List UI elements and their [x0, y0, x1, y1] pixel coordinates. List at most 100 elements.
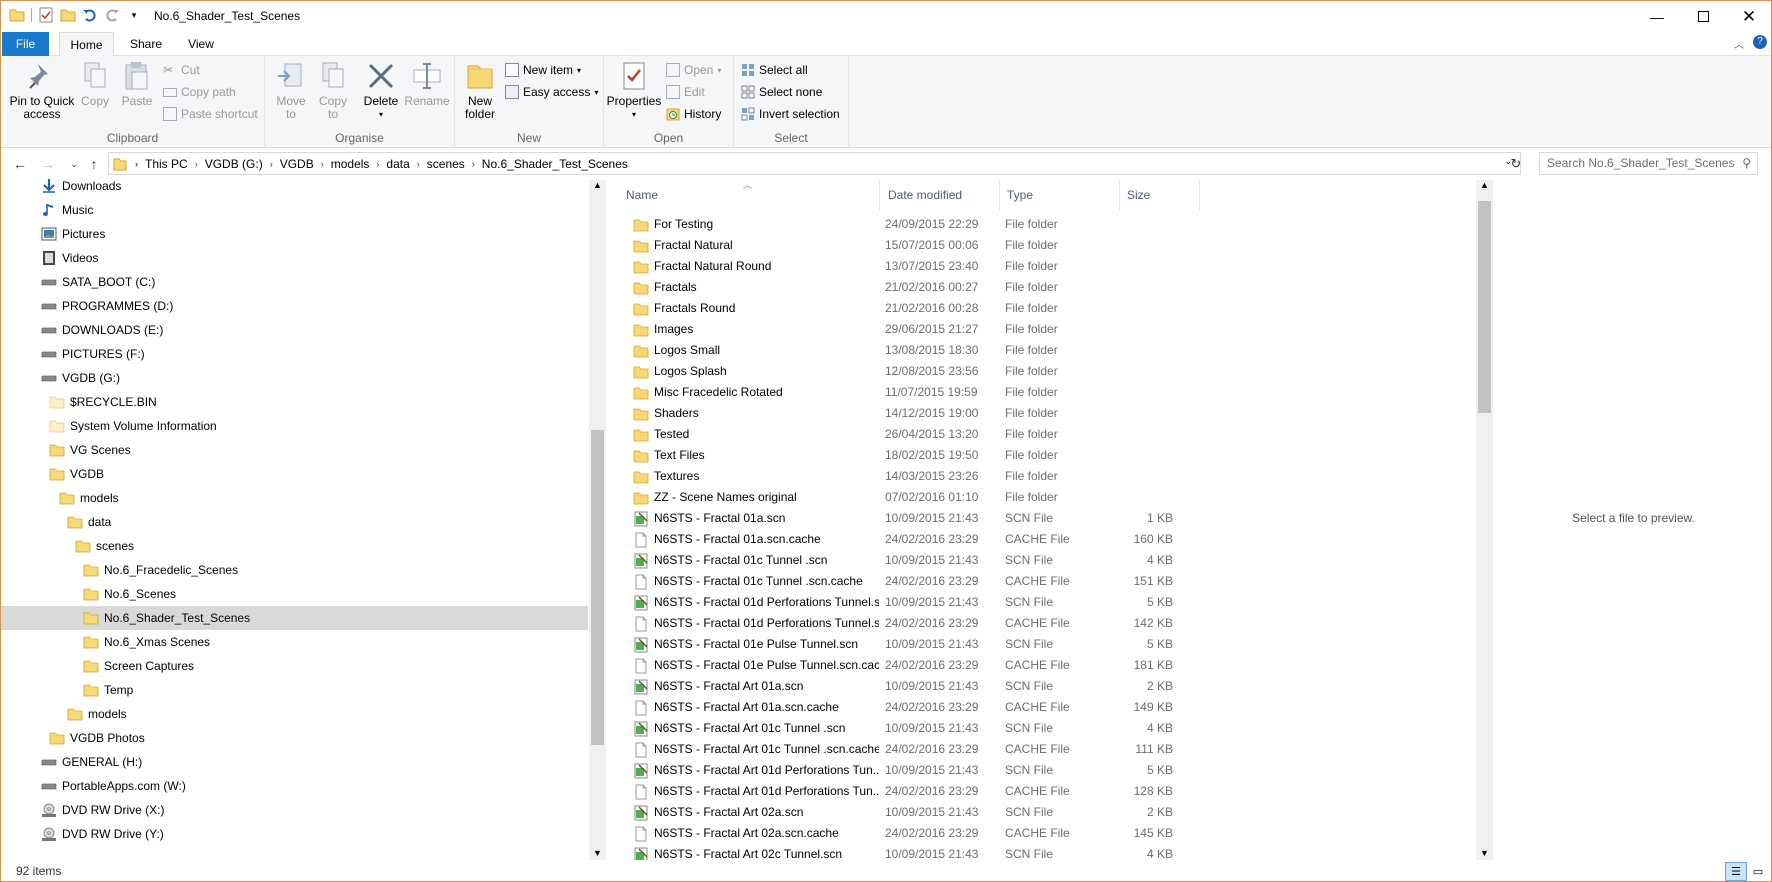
breadcrumb-item[interactable]: No.6_Shader_Test_Scenes — [482, 157, 628, 171]
nav-item[interactable]: $RECYCLE.BIN — [1, 390, 588, 414]
nav-item[interactable]: Music — [1, 198, 588, 222]
tab-file[interactable]: File — [2, 32, 49, 56]
cut-button[interactable]: ✂ Cut — [163, 63, 200, 77]
chevron-right-icon[interactable]: › — [270, 159, 273, 169]
file-row[interactable]: N6STS - Fractal Art 01a.scn.cache 24/02/2… — [621, 697, 1421, 718]
back-button[interactable]: ← — [11, 155, 29, 173]
nav-item[interactable]: scenes — [1, 534, 588, 558]
nav-item[interactable]: VGDB (G:) — [1, 366, 588, 390]
new-folder-button[interactable]: New folder — [461, 60, 499, 121]
chevron-right-icon[interactable]: › — [417, 159, 420, 169]
search-box[interactable]: Search No.6_Shader_Test_Scenes ⚲ — [1539, 152, 1758, 175]
customize-dropdown-icon[interactable]: ▾ — [126, 7, 142, 23]
file-row[interactable]: N6STS - Fractal 01e Pulse Tunnel.scn.cac… — [621, 655, 1421, 676]
chevron-right-icon[interactable]: › — [472, 159, 475, 169]
nav-pane-scroll-thumb[interactable] — [591, 430, 604, 745]
move-to-button[interactable]: Move to — [273, 60, 309, 121]
copy-path-button[interactable]: Copy path — [163, 85, 236, 99]
nav-item[interactable]: Downloads — [1, 174, 588, 198]
nav-item[interactable]: data — [1, 510, 588, 534]
column-header-name[interactable]: Name ︿ — [607, 180, 880, 210]
column-header-date[interactable]: Date modified — [880, 180, 1000, 210]
properties-check-icon[interactable] — [38, 7, 54, 23]
forward-button[interactable]: → — [39, 155, 57, 173]
file-row[interactable]: Fractal Natural Round 13/07/2015 23:40 Fil… — [621, 256, 1421, 277]
file-list-scroll-thumb[interactable] — [1478, 201, 1491, 413]
address-bar[interactable]: › This PC › VGDB (G:) › VGDB › models › data › sce… — [108, 152, 1521, 175]
nav-item[interactable]: System Volume Information — [1, 414, 588, 438]
undo-icon[interactable] — [82, 7, 98, 23]
copy-button[interactable]: Copy — [79, 60, 111, 108]
nav-item[interactable]: PROGRAMMES (D:) — [1, 294, 588, 318]
large-icons-view-button[interactable]: ▭ — [1747, 862, 1769, 881]
file-row[interactable]: Logos Splash 12/08/2015 23:56 File folder — [621, 361, 1421, 382]
file-row[interactable]: N6STS - Fractal 01c Tunnel .scn 10/09/201… — [621, 550, 1421, 571]
nav-item[interactable]: VGDB — [1, 462, 588, 486]
paste-shortcut-button[interactable]: Paste shortcut — [163, 107, 258, 121]
chevron-right-icon[interactable]: › — [376, 159, 379, 169]
close-button[interactable]: ✕ — [1726, 1, 1771, 32]
tab-home[interactable]: Home — [59, 32, 114, 57]
file-list-scrollbar[interactable]: ▲ ▼ — [1476, 180, 1493, 860]
breadcrumb-item[interactable]: models — [331, 157, 370, 171]
easy-access-button[interactable]: Easy access ▾ — [505, 85, 598, 99]
nav-item[interactable]: Temp — [1, 678, 588, 702]
file-row[interactable]: N6STS - Fractal 01a.scn.cache 24/02/2016 … — [621, 529, 1421, 550]
refresh-button[interactable]: ↻ — [1507, 155, 1525, 173]
file-row[interactable]: Fractals 21/02/2016 00:27 File folder — [621, 277, 1421, 298]
nav-item[interactable]: DVD RW Drive (Y:) — [1, 822, 588, 846]
breadcrumb-item[interactable]: scenes — [427, 157, 465, 171]
scroll-down-icon[interactable]: ▼ — [1480, 848, 1489, 858]
file-row[interactable]: N6STS - Fractal Art 02a.scn 10/09/2015 21… — [621, 802, 1421, 823]
paste-button[interactable]: Paste — [119, 60, 155, 108]
nav-item[interactable]: DOWNLOADS (E:) — [1, 318, 588, 342]
nav-item[interactable]: Screen Captures — [1, 654, 588, 678]
file-row[interactable]: Text Files 18/02/2015 19:50 File folder — [621, 445, 1421, 466]
nav-item[interactable]: models — [1, 702, 588, 726]
nav-item[interactable]: PICTURES (F:) — [1, 342, 588, 366]
file-row[interactable]: Shaders 14/12/2015 19:00 File folder — [621, 403, 1421, 424]
file-row[interactable]: N6STS - Fractal 01d Perforations Tunnel.… — [621, 592, 1421, 613]
breadcrumb-item[interactable]: VGDB — [280, 157, 314, 171]
edit-button[interactable]: Edit — [666, 85, 705, 99]
nav-pane-scrollbar[interactable]: ▲ ▼ — [589, 180, 606, 860]
select-all-button[interactable]: Select all — [741, 63, 808, 77]
file-row[interactable]: N6STS - Fractal Art 01c Tunnel .scn 10/09… — [621, 718, 1421, 739]
file-row[interactable]: N6STS - Fractal 01e Pulse Tunnel.scn 10/0… — [621, 634, 1421, 655]
details-view-button[interactable]: ☰ — [1725, 862, 1747, 881]
nav-item[interactable]: Pictures — [1, 222, 588, 246]
nav-item[interactable]: No.6_Fracedelic_Scenes — [1, 558, 588, 582]
copy-to-button[interactable]: Copy to — [315, 60, 351, 121]
file-row[interactable]: N6STS - Fractal 01c Tunnel .scn.cache 24/… — [621, 571, 1421, 592]
pin-to-quick-access-button[interactable]: Pin to Quick access — [9, 60, 75, 121]
scroll-down-icon[interactable]: ▼ — [593, 848, 602, 858]
minimize-button[interactable]: — — [1634, 1, 1680, 32]
minimize-ribbon-icon[interactable]: ︿ — [1734, 36, 1744, 51]
nav-item[interactable]: PortableApps.com (W:) — [1, 774, 588, 798]
history-button[interactable]: History — [666, 107, 721, 121]
select-none-button[interactable]: Select none — [741, 85, 822, 99]
nav-item[interactable]: DVD RW Drive (X:) — [1, 798, 588, 822]
file-row[interactable]: N6STS - Fractal Art 01d Perforations Tun… — [621, 781, 1421, 802]
breadcrumb-item[interactable]: data — [386, 157, 409, 171]
nav-item[interactable]: No.6_Scenes — [1, 582, 588, 606]
redo-icon[interactable] — [104, 7, 120, 23]
file-row[interactable]: Textures 14/03/2015 23:26 File folder — [621, 466, 1421, 487]
maximize-button[interactable] — [1680, 1, 1726, 32]
scroll-up-icon[interactable]: ▲ — [593, 180, 602, 190]
rename-button[interactable]: Rename — [403, 60, 451, 108]
file-row[interactable]: N6STS - Fractal 01d Perforations Tunnel.… — [621, 613, 1421, 634]
file-row[interactable]: N6STS - Fractal Art 01a.scn 10/09/2015 21… — [621, 676, 1421, 697]
nav-item[interactable]: GENERAL (H:) — [1, 750, 588, 774]
chevron-right-icon[interactable]: › — [195, 159, 198, 169]
scroll-up-icon[interactable]: ▲ — [1480, 180, 1489, 190]
file-row[interactable]: Images 29/06/2015 21:27 File folder — [621, 319, 1421, 340]
new-item-button[interactable]: New item ▾ — [505, 63, 581, 77]
nav-item[interactable]: VG Scenes — [1, 438, 588, 462]
file-row[interactable]: For Testing 24/09/2015 22:29 File folder — [621, 214, 1421, 235]
file-row[interactable]: N6STS - Fractal Art 02a.scn.cache 24/02/2… — [621, 823, 1421, 844]
properties-button[interactable]: Properties ▾ — [607, 60, 661, 121]
invert-selection-button[interactable]: Invert selection — [741, 107, 840, 121]
breadcrumb-item[interactable]: This PC — [145, 157, 188, 171]
nav-item[interactable]: models — [1, 486, 588, 510]
